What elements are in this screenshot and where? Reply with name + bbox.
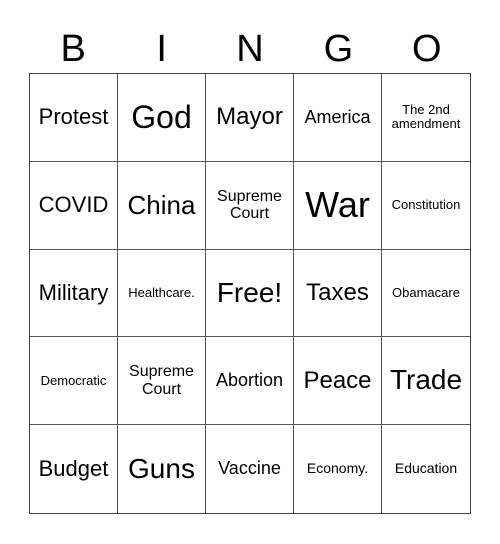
bingo-cell[interactable]: Guns [118, 425, 206, 513]
bingo-cell[interactable]: Military [30, 249, 118, 338]
bingo-cell[interactable]: Abortion [206, 337, 294, 426]
bingo-cell-free[interactable]: Free! [206, 249, 294, 338]
bingo-grid: Protest God Mayor America The 2nd amendm… [29, 73, 471, 514]
bingo-cell[interactable]: Supreme Court [118, 337, 206, 426]
bingo-cell[interactable]: America [294, 74, 382, 162]
bingo-cell[interactable]: Education [382, 425, 470, 513]
bingo-cell[interactable]: Supreme Court [206, 161, 294, 250]
header-letter-i: I [156, 28, 167, 70]
bingo-cell[interactable]: War [294, 161, 382, 250]
bingo-cell[interactable]: God [118, 74, 206, 162]
bingo-cell[interactable]: Taxes [294, 249, 382, 338]
bingo-cell[interactable]: Obamacare [382, 250, 470, 338]
bingo-cell[interactable]: The 2nd amendment [382, 74, 470, 162]
bingo-cell[interactable]: Vaccine [206, 425, 294, 513]
bingo-cell[interactable]: Mayor [206, 74, 294, 162]
bingo-cell[interactable]: Economy. [294, 425, 382, 513]
bingo-cell[interactable]: Trade [382, 337, 470, 426]
bingo-cell[interactable]: Protest [30, 74, 118, 162]
header-letter-g: G [323, 28, 354, 70]
header-letter-b: B [60, 28, 86, 70]
bingo-cell[interactable]: COVID [30, 161, 118, 250]
header-letter-n: N [236, 28, 264, 70]
bingo-cell[interactable]: Constitution [382, 162, 470, 250]
bingo-cell[interactable]: Healthcare. [118, 249, 206, 338]
bingo-cell[interactable]: Budget [30, 425, 118, 513]
bingo-cell[interactable]: Peace [294, 337, 382, 426]
header-letter-o: O [412, 28, 442, 70]
bingo-header: B I N G O [29, 26, 471, 72]
bingo-cell[interactable]: China [118, 161, 206, 250]
bingo-cell[interactable]: Democratic [30, 337, 118, 426]
